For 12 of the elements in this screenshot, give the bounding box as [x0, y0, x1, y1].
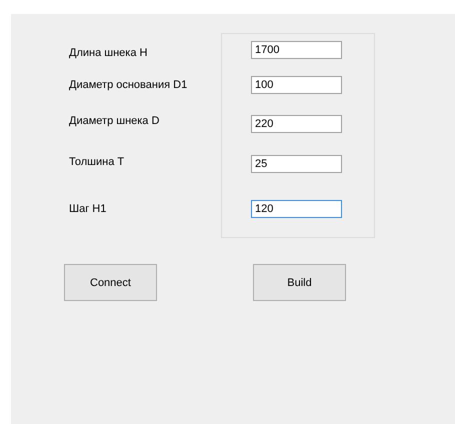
input-field[interactable]: 120: [251, 200, 342, 218]
action-button[interactable]: Connect: [64, 264, 157, 301]
input-field[interactable]: 220: [251, 115, 342, 133]
action-button[interactable]: Build: [253, 264, 346, 301]
field-label: Толшина T: [69, 156, 126, 169]
field-label: Диаметр шнека D: [69, 115, 160, 128]
field-label: Длина шнека H: [69, 47, 148, 60]
input-field[interactable]: 25: [251, 155, 342, 173]
field-label: Диаметр основания D1: [69, 79, 188, 92]
field-label: Шаг H1: [69, 203, 108, 216]
input-field[interactable]: 1700: [251, 41, 342, 59]
input-field[interactable]: 100: [251, 76, 342, 94]
